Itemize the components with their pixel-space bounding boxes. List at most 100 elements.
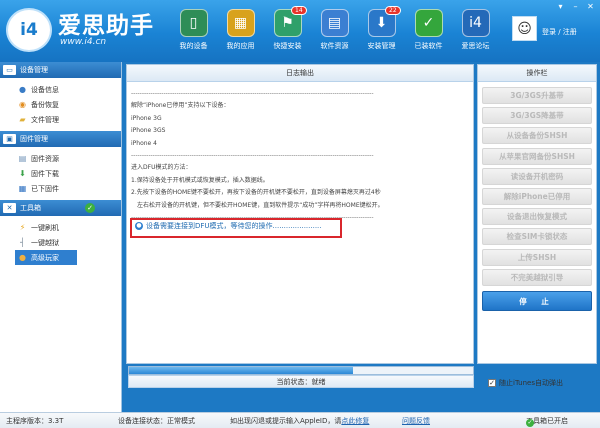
device-manage-items: ● 设备信息 ◉ 备份恢复 ▰ 文件管理 bbox=[0, 78, 121, 131]
avatar[interactable]: ☺ bbox=[512, 16, 537, 41]
nav-installed[interactable]: ✓ 已装软件 bbox=[405, 4, 452, 60]
repair-hint: 如出现闪退或提示输入AppleID，请点此修复 bbox=[230, 416, 369, 426]
progress-bar bbox=[128, 366, 474, 375]
sidebar-item-label: 设备信息 bbox=[31, 85, 59, 94]
feedback-link[interactable]: 问题反馈 bbox=[402, 416, 430, 426]
backup-shsh-apple-button[interactable]: 从苹果官网备份SHSH bbox=[482, 147, 592, 165]
nav-forum[interactable]: i4 爱思论坛 bbox=[452, 4, 499, 60]
nav-software-resources[interactable]: ▤ 软件资源 bbox=[311, 4, 358, 60]
backup-icon: ◉ bbox=[19, 100, 26, 109]
section-toolbox[interactable]: ✕ 工具箱 ✓ bbox=[0, 200, 121, 216]
sidebar-item-one-click-jailbreak[interactable]: ┤ 一键越狱 bbox=[18, 235, 121, 250]
sidebar-item-firmware-download[interactable]: ⬇ 固件下载 bbox=[18, 166, 121, 181]
log-title: 日志输出 bbox=[127, 65, 473, 82]
nav-label: 快捷安装 bbox=[273, 42, 302, 50]
log-body[interactable]: ----------------------------------------… bbox=[127, 82, 473, 230]
sidebar-item-backup[interactable]: ◉ 备份恢复 bbox=[18, 97, 121, 112]
version-text: 主程序版本：3.3T bbox=[6, 417, 64, 425]
sidebar-item-files[interactable]: ▰ 文件管理 bbox=[18, 112, 121, 127]
section-device-manage[interactable]: ▭ 设备管理 bbox=[0, 62, 121, 78]
check-icon: ✓ bbox=[526, 419, 534, 427]
log-line: iPhone 3GS bbox=[131, 127, 166, 135]
brand-title: 爱思助手 bbox=[58, 13, 154, 39]
operations-panel: 操作栏 3G/3GS升基带 3G/3GS降基带 从设备备份SHSH 从苹果官网备… bbox=[477, 64, 597, 364]
window-controls: ▾ – ✕ bbox=[554, 1, 597, 12]
close-icon[interactable]: ✕ bbox=[584, 1, 597, 12]
sidebar-item-downloaded-firmware[interactable]: ▦ 已下固件 bbox=[18, 181, 121, 196]
sidebar-item-device-info[interactable]: ● 设备信息 bbox=[18, 82, 121, 97]
upload-shsh-button[interactable]: 上传SHSH bbox=[482, 248, 592, 266]
sidebar-item-advanced[interactable]: ● 高级玩家 bbox=[15, 250, 77, 265]
brand-url: www.i4.cn bbox=[60, 37, 107, 47]
sidebar-item-label: 一键越狱 bbox=[31, 238, 59, 247]
menu-icon[interactable]: ▾ bbox=[554, 1, 567, 12]
installed-icon: ✓ bbox=[414, 9, 443, 37]
sidebar-item-label: 文件管理 bbox=[31, 115, 59, 124]
info-icon: ● bbox=[135, 222, 143, 230]
check-sim-lock-button[interactable]: 检查SIM卡锁状态 bbox=[482, 228, 592, 246]
login-link[interactable]: 登录 / 注册 bbox=[542, 27, 577, 37]
sidebar-item-label: 固件下载 bbox=[31, 169, 59, 178]
unlock-disabled-iphone-button[interactable]: 解除iPhone已停用 bbox=[482, 187, 592, 205]
connection-status: 设备连接状态：正常模式 bbox=[118, 417, 195, 425]
sidebar-item-one-click-flash[interactable]: ⚡ 一键刷机 bbox=[18, 220, 121, 235]
nav-quick-install[interactable]: ⚑ 14 快捷安装 bbox=[264, 4, 311, 60]
section-firmware-manage[interactable]: ▣ 固件管理 bbox=[0, 131, 121, 147]
progress-fill bbox=[129, 367, 353, 374]
section-title: 设备管理 bbox=[20, 66, 48, 74]
nav-my-device[interactable]: ▯ 我的设备 bbox=[170, 4, 217, 60]
auto-exit-label: 随止iTunes自动弹出 bbox=[499, 379, 563, 387]
log-separator: ----------------------------------------… bbox=[131, 90, 374, 97]
advanced-icon: ● bbox=[19, 253, 26, 262]
nav-label: 软件资源 bbox=[320, 42, 349, 50]
tethered-boot-button[interactable]: 不完美越狱引导 bbox=[482, 268, 592, 286]
checkbox-checked-icon: ✓ bbox=[488, 379, 496, 387]
log-line: 2.先按下设备的HOME键不要松开，再按下设备的开机键不要松开，直到设备屏幕熄灭… bbox=[131, 189, 381, 197]
section-title: 工具箱 bbox=[20, 204, 41, 212]
downgrade-baseband-button[interactable]: 3G/3GS降基带 bbox=[482, 107, 592, 125]
folder-icon: ▰ bbox=[19, 115, 26, 124]
repair-link[interactable]: 点此修复 bbox=[341, 417, 369, 425]
nav-my-apps[interactable]: ▦ 我的应用 bbox=[217, 4, 264, 60]
sidebar-item-label: 一键刷机 bbox=[31, 223, 59, 232]
download-icon: ⬇ bbox=[19, 169, 26, 178]
sidebar: ▭ 设备管理 ● 设备信息 ◉ 备份恢复 ▰ 文件管理 ▣ 固件管理 ▤ 固件资源 ⬇ 固… bbox=[0, 62, 122, 412]
nav-label: 我的设备 bbox=[179, 42, 208, 50]
forum-icon: i4 bbox=[461, 9, 490, 37]
monitor-icon: ▭ bbox=[3, 65, 16, 75]
operations-list: 3G/3GS升基带 3G/3GS降基带 从设备备份SHSH 从苹果官网备份SHS… bbox=[478, 82, 596, 319]
log-line: 解除“iPhone已停用”支持以下设备： bbox=[131, 102, 230, 110]
current-status: 当前状态：就绪 bbox=[128, 375, 474, 388]
dfu-wait-message: ● 设备需要连接到DFU模式，等待您的操作...................… bbox=[135, 221, 322, 231]
read-boot-password-button[interactable]: 读设备开机密码 bbox=[482, 167, 592, 185]
repair-hint-text: 如出现闪退或提示输入AppleID，请 bbox=[230, 417, 342, 425]
sidebar-item-label: 固件资源 bbox=[31, 154, 59, 163]
upgrade-baseband-button[interactable]: 3G/3GS升基带 bbox=[482, 87, 592, 104]
chip-icon: ▣ bbox=[3, 134, 16, 144]
sidebar-item-label: 备份恢复 bbox=[31, 100, 59, 109]
apps-icon: ▦ bbox=[226, 9, 255, 37]
device-icon: ▯ bbox=[179, 9, 208, 37]
backup-shsh-device-button[interactable]: 从设备备份SHSH bbox=[482, 127, 592, 145]
install-manage-badge: 22 bbox=[385, 6, 401, 15]
exit-recovery-button[interactable]: 设备退出恢复模式 bbox=[482, 208, 592, 226]
firmware-manage-items: ▤ 固件资源 ⬇ 固件下载 ▦ 已下固件 bbox=[0, 147, 121, 200]
nav-install-manage[interactable]: ⬇ 22 安装管理 bbox=[358, 4, 405, 60]
footer: 主程序版本：3.3T 设备连接状态：正常模式 如出现闪退或提示输入AppleID… bbox=[0, 412, 600, 428]
doc-icon: ▤ bbox=[18, 154, 27, 163]
sidebar-item-label: 高级玩家 bbox=[31, 253, 59, 262]
stop-button[interactable]: 停 止 bbox=[482, 290, 592, 311]
log-line: 进入DFU模式的方法： bbox=[131, 164, 192, 172]
nav-label: 我的应用 bbox=[226, 42, 255, 50]
nav-label: 已装软件 bbox=[414, 42, 443, 50]
dfu-wait-text: 设备需要连接到DFU模式，等待您的操作.....................… bbox=[146, 222, 322, 230]
minimize-icon[interactable]: – bbox=[569, 1, 582, 12]
nav-label: 安装管理 bbox=[367, 42, 396, 50]
log-separator: ----------------------------------------… bbox=[131, 152, 374, 160]
quick-install-badge: 14 bbox=[291, 6, 307, 15]
itunes-status: ✓ 工具箱已开启 bbox=[526, 416, 568, 427]
jailbreak-icon: ┤ bbox=[20, 238, 25, 247]
sidebar-item-firmware-resources[interactable]: ▤ 固件资源 bbox=[18, 151, 121, 166]
auto-exit-checkbox[interactable]: ✓ 随止iTunes自动弹出 bbox=[488, 378, 563, 388]
check-icon: ✓ bbox=[85, 203, 95, 213]
